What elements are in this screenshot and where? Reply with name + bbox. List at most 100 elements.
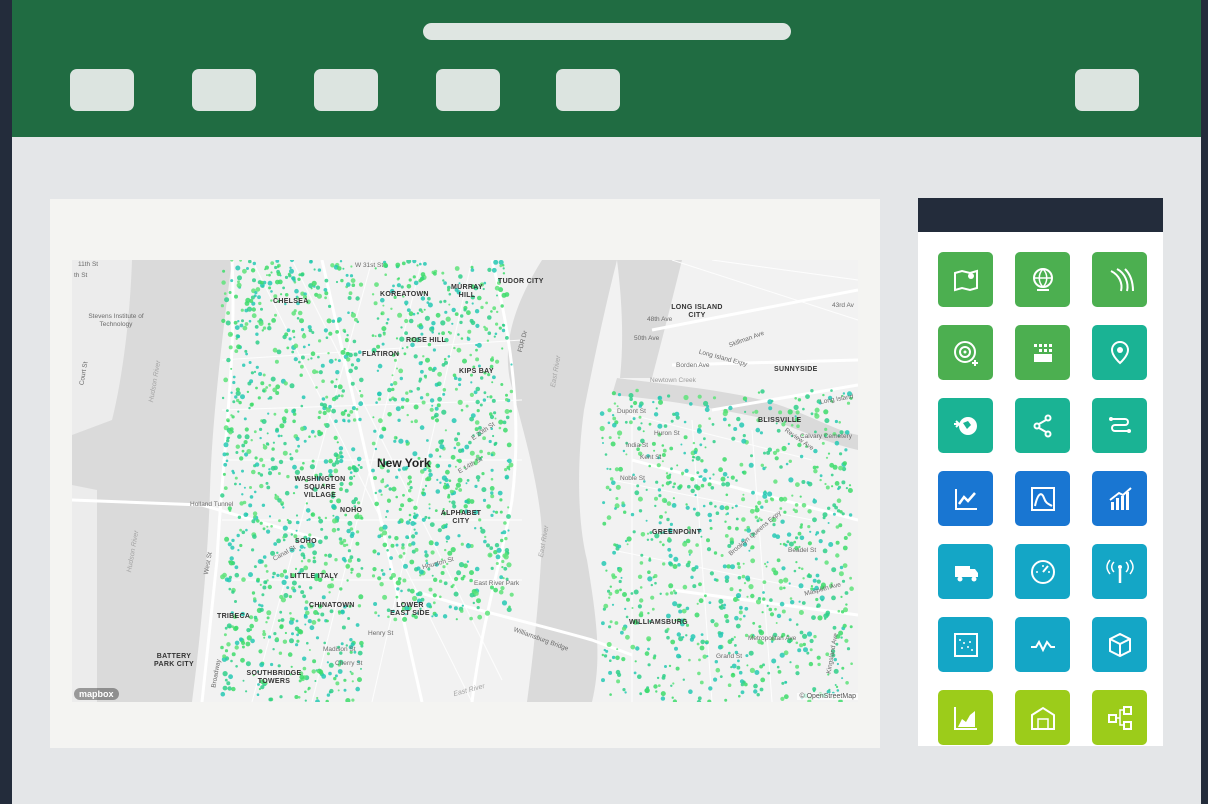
data-point bbox=[393, 439, 397, 443]
nav-button-1[interactable] bbox=[70, 69, 134, 111]
data-point bbox=[738, 670, 743, 675]
map-attribution[interactable]: © OpenStreetMap bbox=[797, 693, 858, 700]
data-point bbox=[407, 588, 411, 592]
tool-tile-warehouse[interactable] bbox=[1015, 690, 1070, 745]
data-point bbox=[743, 614, 746, 618]
nav-button-4[interactable] bbox=[436, 69, 500, 111]
data-point bbox=[359, 377, 364, 383]
data-point bbox=[305, 508, 311, 513]
data-point bbox=[760, 389, 765, 394]
tool-tile-world-pointer[interactable] bbox=[938, 398, 993, 453]
data-point bbox=[350, 571, 353, 574]
data-point bbox=[654, 496, 658, 501]
data-point bbox=[647, 570, 651, 574]
nav-button-5[interactable] bbox=[556, 69, 620, 111]
data-point bbox=[444, 310, 448, 314]
data-point bbox=[265, 386, 269, 389]
data-point bbox=[700, 639, 705, 645]
data-point bbox=[326, 318, 332, 324]
data-point bbox=[234, 476, 238, 480]
data-point bbox=[422, 355, 425, 358]
tool-tile-signal-tower[interactable] bbox=[1092, 544, 1147, 599]
tool-tile-package[interactable] bbox=[1092, 617, 1147, 672]
tool-tile-delivery-truck[interactable] bbox=[938, 544, 993, 599]
data-point bbox=[475, 399, 480, 405]
data-point bbox=[324, 291, 329, 296]
tool-tile-line-chart[interactable] bbox=[938, 471, 993, 526]
data-point bbox=[612, 416, 617, 421]
data-point bbox=[335, 370, 340, 375]
data-point bbox=[614, 507, 617, 510]
tool-tile-bar-trend[interactable] bbox=[1092, 471, 1147, 526]
tool-tile-route[interactable] bbox=[1092, 398, 1147, 453]
data-point bbox=[756, 519, 760, 523]
data-point bbox=[789, 597, 793, 600]
data-point bbox=[452, 373, 457, 378]
data-point bbox=[350, 381, 355, 386]
data-point bbox=[844, 591, 849, 595]
data-point bbox=[483, 391, 487, 395]
data-point bbox=[257, 559, 263, 564]
data-point bbox=[274, 359, 279, 364]
data-point bbox=[467, 329, 472, 334]
tool-tile-pulse[interactable] bbox=[1015, 617, 1070, 672]
data-point bbox=[290, 665, 293, 668]
data-point bbox=[781, 445, 787, 452]
data-point bbox=[661, 453, 666, 457]
tool-tile-area-chart[interactable] bbox=[1015, 471, 1070, 526]
data-point bbox=[460, 337, 464, 340]
data-point bbox=[638, 509, 643, 513]
data-point bbox=[302, 594, 306, 599]
data-point bbox=[265, 481, 269, 485]
nav-button-2[interactable] bbox=[192, 69, 256, 111]
data-point bbox=[696, 602, 699, 605]
tool-tile-map-pin[interactable] bbox=[1092, 325, 1147, 380]
data-point bbox=[426, 439, 429, 442]
tool-tile-road[interactable] bbox=[1092, 252, 1147, 307]
title-bar-placeholder bbox=[423, 23, 791, 40]
data-point bbox=[222, 685, 228, 691]
data-point bbox=[420, 332, 424, 336]
data-point bbox=[431, 615, 434, 618]
data-point bbox=[235, 444, 240, 449]
data-point bbox=[493, 443, 496, 446]
data-point bbox=[409, 486, 413, 490]
data-point bbox=[257, 295, 261, 300]
tool-tile-target-add[interactable] bbox=[938, 325, 993, 380]
data-point bbox=[326, 661, 329, 664]
tool-tile-area-growth[interactable] bbox=[938, 690, 993, 745]
data-point bbox=[358, 401, 364, 407]
neighborhood-label: KOREATOWN bbox=[380, 291, 429, 298]
data-point bbox=[346, 334, 349, 337]
tool-tile-flow-diagram[interactable] bbox=[1092, 690, 1147, 745]
data-point bbox=[400, 405, 405, 409]
nav-button-3[interactable] bbox=[314, 69, 378, 111]
data-point bbox=[437, 371, 442, 377]
tool-tile-map-location[interactable] bbox=[938, 252, 993, 307]
data-point bbox=[457, 477, 463, 483]
tool-tile-speedometer[interactable] bbox=[1015, 544, 1070, 599]
data-point bbox=[621, 501, 625, 505]
map-view[interactable]: 11th St th St W 31st St Stevens Institut… bbox=[72, 260, 858, 702]
account-button[interactable] bbox=[1075, 69, 1139, 111]
tool-tile-scatter-frame[interactable] bbox=[938, 617, 993, 672]
data-point bbox=[668, 664, 672, 668]
data-point bbox=[657, 423, 663, 429]
tool-tile-globe[interactable] bbox=[1015, 252, 1070, 307]
data-point bbox=[356, 456, 362, 462]
data-point bbox=[720, 554, 724, 557]
data-point bbox=[625, 615, 629, 619]
data-point bbox=[302, 461, 305, 465]
data-point bbox=[824, 418, 830, 424]
data-point bbox=[739, 422, 745, 428]
tool-tile-network-nodes[interactable] bbox=[1015, 398, 1070, 453]
data-point bbox=[274, 493, 277, 496]
data-point bbox=[702, 504, 706, 508]
tool-tile-dot-grid[interactable] bbox=[1015, 325, 1070, 380]
data-point bbox=[762, 493, 768, 499]
data-point bbox=[293, 343, 299, 349]
data-point bbox=[454, 312, 459, 316]
data-point bbox=[734, 644, 737, 647]
data-point bbox=[302, 666, 307, 671]
mapbox-logo[interactable]: mapbox bbox=[74, 688, 119, 700]
